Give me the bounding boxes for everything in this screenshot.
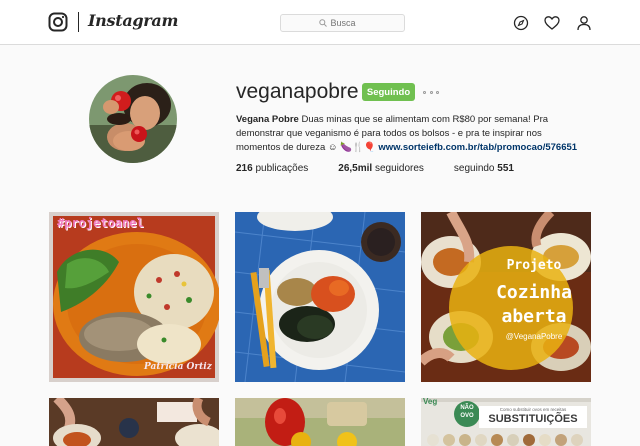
post-thumbnail[interactable]: Veg NÃO OVO Como substituir ovos em rece… (421, 398, 591, 446)
post-badge-text: NÃO (460, 405, 474, 411)
followers-count[interactable]: 26,5mil (338, 163, 372, 174)
post-thumbnail[interactable] (49, 398, 219, 446)
posts-stat: 216 publicações (236, 163, 308, 174)
bio-display-name: Vegana Pobre (236, 114, 299, 125)
post-overlay-title: Projeto (506, 258, 562, 273)
followers-label[interactable]: seguidores (375, 163, 424, 174)
profile-avatar[interactable] (89, 75, 177, 163)
logo-divider (78, 12, 79, 32)
post-overlay-title: Cozinha (496, 282, 572, 303)
following-stat[interactable]: seguindo 551 (454, 163, 514, 174)
posts-count: 216 (236, 163, 253, 174)
post-banner-small: Como substituir ovos em receitas (499, 407, 567, 412)
post-overlay-text: #projetoanel (57, 216, 144, 230)
heart-icon[interactable] (544, 15, 560, 31)
search-icon (318, 19, 327, 27)
search-input[interactable] (330, 18, 367, 28)
profile-stats: 216 publicações 26,5mil seguidores segui… (236, 163, 544, 174)
top-navigation-bar: Instagram (0, 0, 640, 45)
post-thumbnail[interactable]: #projetoanel Patrícia Ortiz (49, 212, 219, 382)
more-options-icon[interactable] (423, 85, 439, 99)
user-icon[interactable] (576, 15, 592, 31)
instagram-wordmark[interactable]: Instagram (88, 11, 178, 30)
following-count[interactable]: 551 (497, 163, 514, 174)
following-label[interactable]: seguindo (454, 163, 495, 174)
post-overlay-handle: @VeganaPobre (505, 332, 563, 341)
post-signature: Patrícia Ortiz (144, 362, 212, 372)
bio-link[interactable]: www.sorteiefb.com.br/tab/promocao/576651 (378, 142, 577, 153)
search-box[interactable] (280, 14, 405, 32)
followers-stat[interactable]: 26,5mil seguidores (338, 163, 424, 174)
compass-icon[interactable] (513, 15, 529, 31)
following-button[interactable]: Seguindo (362, 83, 415, 101)
post-badge-text: OVO (460, 413, 474, 419)
post-badge-text: Veg (423, 398, 438, 406)
camera-icon[interactable] (48, 12, 68, 32)
posts-label: publicações (255, 163, 309, 174)
post-thumbnail[interactable]: Projeto Cozinha aberta @VeganaPobre (421, 212, 591, 382)
post-overlay-title: aberta (501, 306, 567, 327)
post-thumbnail[interactable] (235, 398, 405, 446)
profile-bio: Vegana Pobre Duas minas que se alimentam… (236, 113, 586, 155)
profile-username: veganapobre (236, 80, 359, 103)
post-thumbnail[interactable] (235, 212, 405, 382)
post-banner-title: SUBSTITUIÇÕES (488, 413, 578, 425)
